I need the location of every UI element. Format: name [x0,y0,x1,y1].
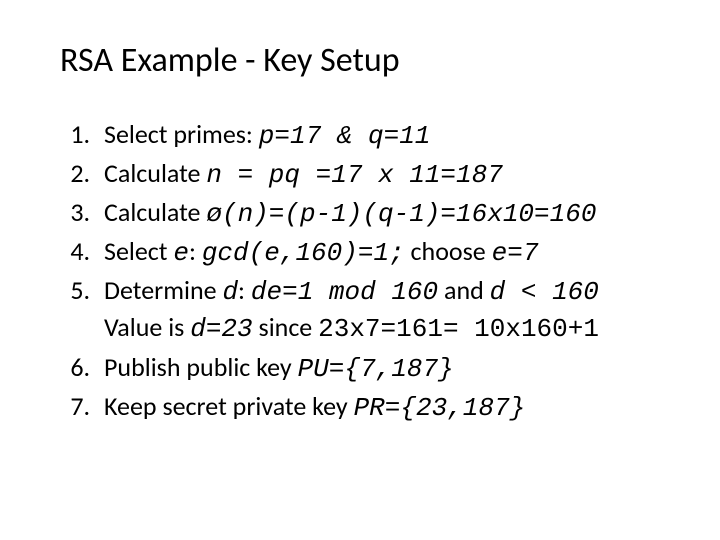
step-2-code: n = pq =17 x 11=187 [206,160,502,190]
step-4-mid2: choose [405,235,492,267]
step-5-lead: Determine [104,274,222,306]
slide: RSA Example - Key Setup Select primes: p… [0,0,720,540]
step-5-mid3: since [253,311,318,343]
step-1-code: p=17 & q=11 [259,121,431,151]
step-3-code: ø(n)=(p-1)(q-1)=16x10=160 [206,199,596,229]
step-3: Calculate ø(n)=(p-1)(q-1)=16x10=160 [96,195,670,232]
step-6-lead: Publish public key [104,351,298,383]
step-5-code2: d < 160 [490,277,599,307]
step-4-lead: Select [104,235,173,267]
step-5-code: de=1 mod 160 [251,277,438,307]
slide-title: RSA Example - Key Setup [60,40,670,81]
step-5-var: d [222,277,238,307]
step-7-code: PR={23,187} [354,393,526,423]
step-5-code4: 23x7=161= 10x160+1 [318,314,599,344]
step-4-code2: e=7 [492,238,539,268]
steps-list: Select primes: p=17 & q=11 Calculate n =… [60,117,670,426]
step-1-lead: Select primes: [104,118,259,150]
step-7-lead: Keep secret private key [104,390,354,422]
step-2: Calculate n = pq =17 x 11=187 [96,156,670,193]
step-5: Determine d: de=1 mod 160 and d < 160 Va… [96,273,670,347]
step-5-code3: d=23 [190,314,252,344]
step-6-code: PU={7,187} [298,354,454,384]
step-4-code: gcd(e,160)=1; [202,238,405,268]
step-4-var: e [173,238,189,268]
step-5-mid: : [238,274,251,306]
step-2-lead: Calculate [104,157,206,189]
step-1: Select primes: p=17 & q=11 [96,117,670,154]
step-3-lead: Calculate [104,196,206,228]
step-4: Select e: gcd(e,160)=1; choose e=7 [96,234,670,271]
step-7: Keep secret private key PR={23,187} [96,389,670,426]
step-5-line2a: Value is [104,311,190,343]
step-4-mid: : [189,235,202,267]
step-5-mid2: and [438,274,490,306]
step-6: Publish public key PU={7,187} [96,350,670,387]
